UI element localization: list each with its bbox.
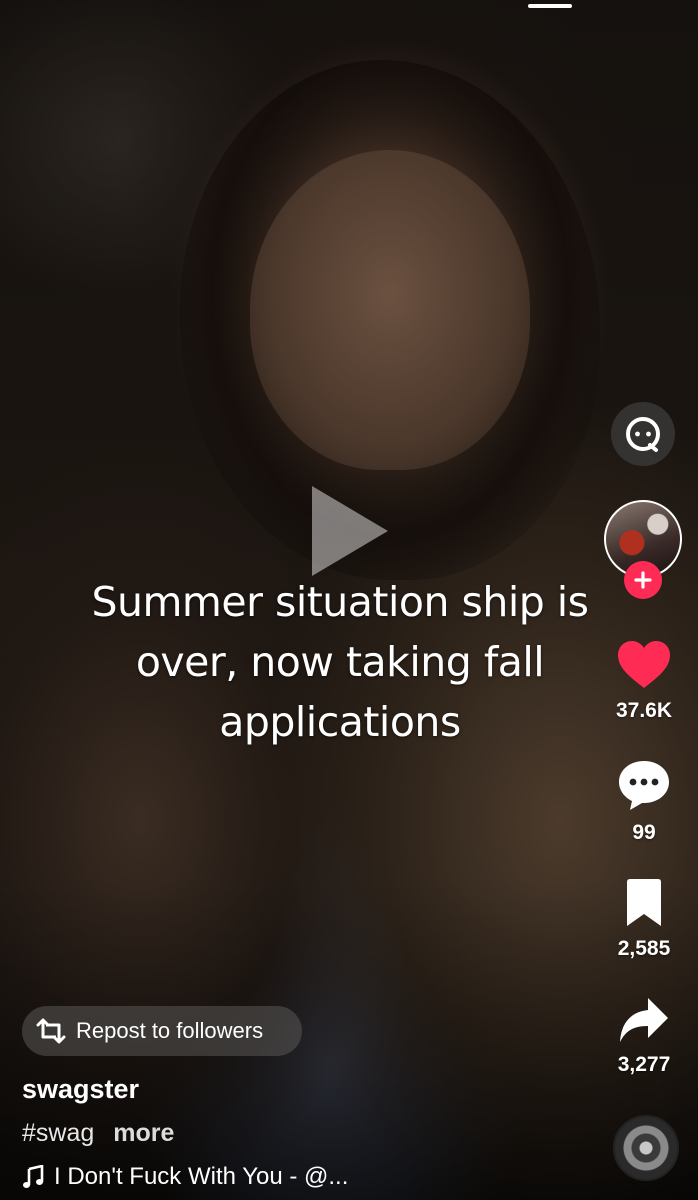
comment-count: 99 — [632, 821, 656, 844]
share-arrow-icon — [620, 998, 668, 1042]
follow-button[interactable] — [624, 561, 662, 599]
creator-username[interactable]: swagster — [22, 1074, 139, 1105]
repost-label: Repost to followers — [76, 1018, 264, 1043]
music-info[interactable]: I Don't Fuck With You - @... — [22, 1163, 348, 1191]
music-note-icon — [23, 1165, 44, 1188]
save-count: 2,585 — [617, 937, 671, 960]
repost-icon — [36, 1018, 66, 1044]
video-caption: Summer situation ship is over, now takin… — [40, 572, 640, 752]
repost-button[interactable]: Repost to followers — [22, 1006, 302, 1056]
top-indicator — [528, 4, 572, 8]
caption-line: applications — [219, 698, 461, 746]
heart-icon — [618, 641, 670, 688]
share-count: 3,277 — [617, 1053, 671, 1076]
comment-button[interactable]: 99 — [600, 758, 688, 845]
music-disc-icon[interactable] — [613, 1115, 679, 1181]
more-button[interactable]: more — [113, 1119, 174, 1147]
plus-icon — [634, 571, 652, 589]
ai-search-button[interactable] — [611, 402, 675, 466]
like-count: 37.6K — [615, 699, 673, 722]
save-button[interactable]: 2,585 — [600, 878, 688, 961]
video-frame-face — [250, 150, 530, 470]
bookmark-icon — [627, 879, 661, 926]
caption-line: Summer situation ship is — [91, 578, 589, 626]
comment-bubble-icon — [619, 761, 669, 810]
post-description: #swag more — [22, 1119, 174, 1148]
ai-search-icon — [626, 417, 660, 452]
caption-line: over, now taking fall — [135, 638, 545, 686]
like-button[interactable]: 37.6K — [600, 640, 688, 723]
music-title: I Don't Fuck With You - @... — [54, 1163, 349, 1190]
play-icon[interactable] — [310, 484, 390, 578]
share-button[interactable]: 3,277 — [600, 996, 688, 1077]
hashtag-link[interactable]: #swag — [22, 1119, 94, 1147]
